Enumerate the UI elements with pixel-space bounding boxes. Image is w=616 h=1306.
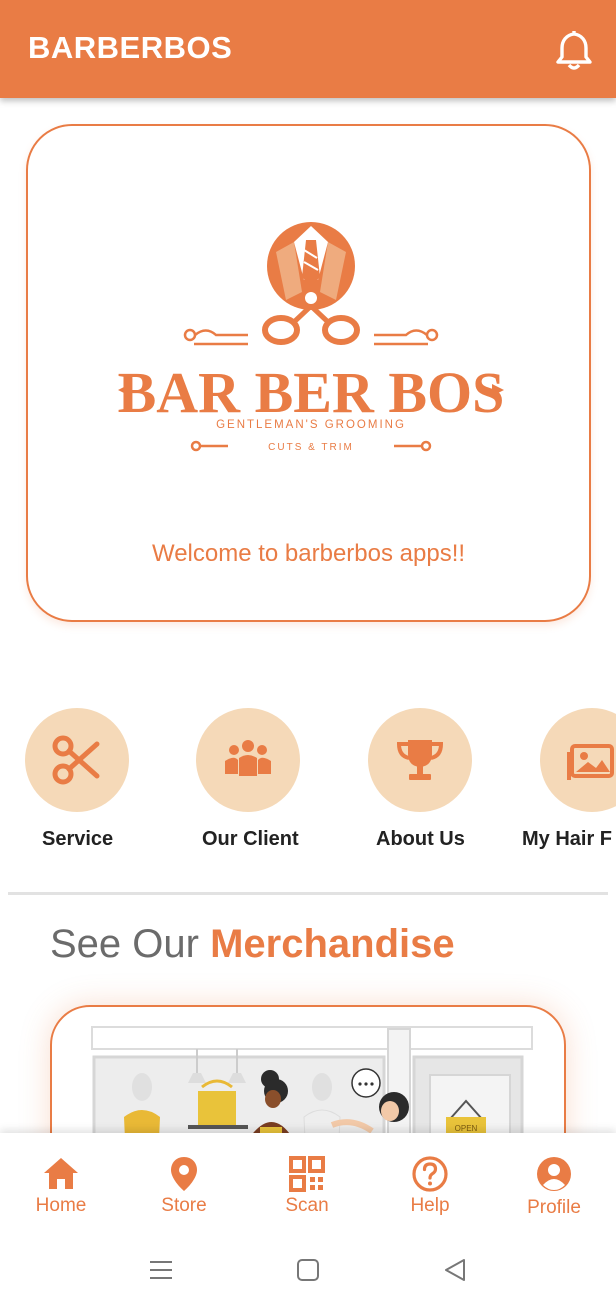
welcome-text: Welcome to barberbos apps!! <box>151 540 466 567</box>
scissors-icon <box>52 735 100 785</box>
nav-label-help: Help <box>410 1195 450 1216</box>
group-icon <box>225 740 271 776</box>
barberbos-logo: BAR BER BOS GENTLEMAN'S GROOMING CUTS & … <box>118 222 505 453</box>
nav-profile[interactable]: Profile <box>499 1133 609 1237</box>
category-label-service: Service <box>42 828 114 850</box>
nav-label-scan: Scan <box>285 1195 329 1216</box>
app-title: BARBERBOS <box>28 30 233 65</box>
merchandise-title-prefix: See Our <box>50 922 199 966</box>
nav-scan[interactable]: Scan <box>252 1133 362 1237</box>
category-label-our-client: Our Client <box>202 828 299 850</box>
home-icon <box>44 1158 78 1189</box>
logo-tagline: GENTLEMAN'S GROOMING <box>216 419 406 431</box>
trophy-icon <box>396 740 444 780</box>
nav-home[interactable]: Home <box>6 1133 116 1237</box>
logo-wordmark: BAR BER BOS <box>118 360 505 425</box>
gallery-icon <box>567 744 614 780</box>
section-divider <box>8 892 608 895</box>
recents-icon[interactable] <box>146 1255 176 1285</box>
category-my-hair[interactable] <box>540 708 616 812</box>
location-pin-icon <box>171 1157 197 1191</box>
category-label-my-hair: My Hair F <box>522 828 613 850</box>
welcome-card: BAR BER BOS GENTLEMAN'S GROOMING CUTS & … <box>26 124 591 622</box>
bell-icon[interactable] <box>554 28 594 72</box>
logo-subtagline: CUTS & TRIM <box>268 442 354 453</box>
merchandise-title: See Our Merchandise <box>50 922 455 967</box>
merchandise-title-accent: Merchandise <box>210 922 455 966</box>
category-about-us[interactable] <box>368 708 472 812</box>
category-label-about-us: About Us <box>376 828 465 850</box>
nav-label-store: Store <box>161 1195 207 1216</box>
home-square-icon[interactable] <box>293 1255 323 1285</box>
nav-help[interactable]: Help <box>375 1133 485 1237</box>
category-our-client[interactable] <box>196 708 300 812</box>
profile-icon <box>537 1157 571 1191</box>
bottom-navigation: Home Store Scan Help Profile <box>0 1133 616 1237</box>
nav-label-profile: Profile <box>527 1197 581 1218</box>
back-icon[interactable] <box>440 1255 470 1285</box>
app-bar: BARBERBOS <box>0 0 616 98</box>
nav-store[interactable]: Store <box>129 1133 239 1237</box>
category-service[interactable] <box>25 708 129 812</box>
help-icon <box>412 1156 448 1192</box>
nav-label-home: Home <box>35 1195 87 1216</box>
system-navigation-bar <box>0 1237 616 1306</box>
open-sign-text: OPEN <box>455 1124 478 1133</box>
qr-code-icon <box>289 1156 325 1192</box>
